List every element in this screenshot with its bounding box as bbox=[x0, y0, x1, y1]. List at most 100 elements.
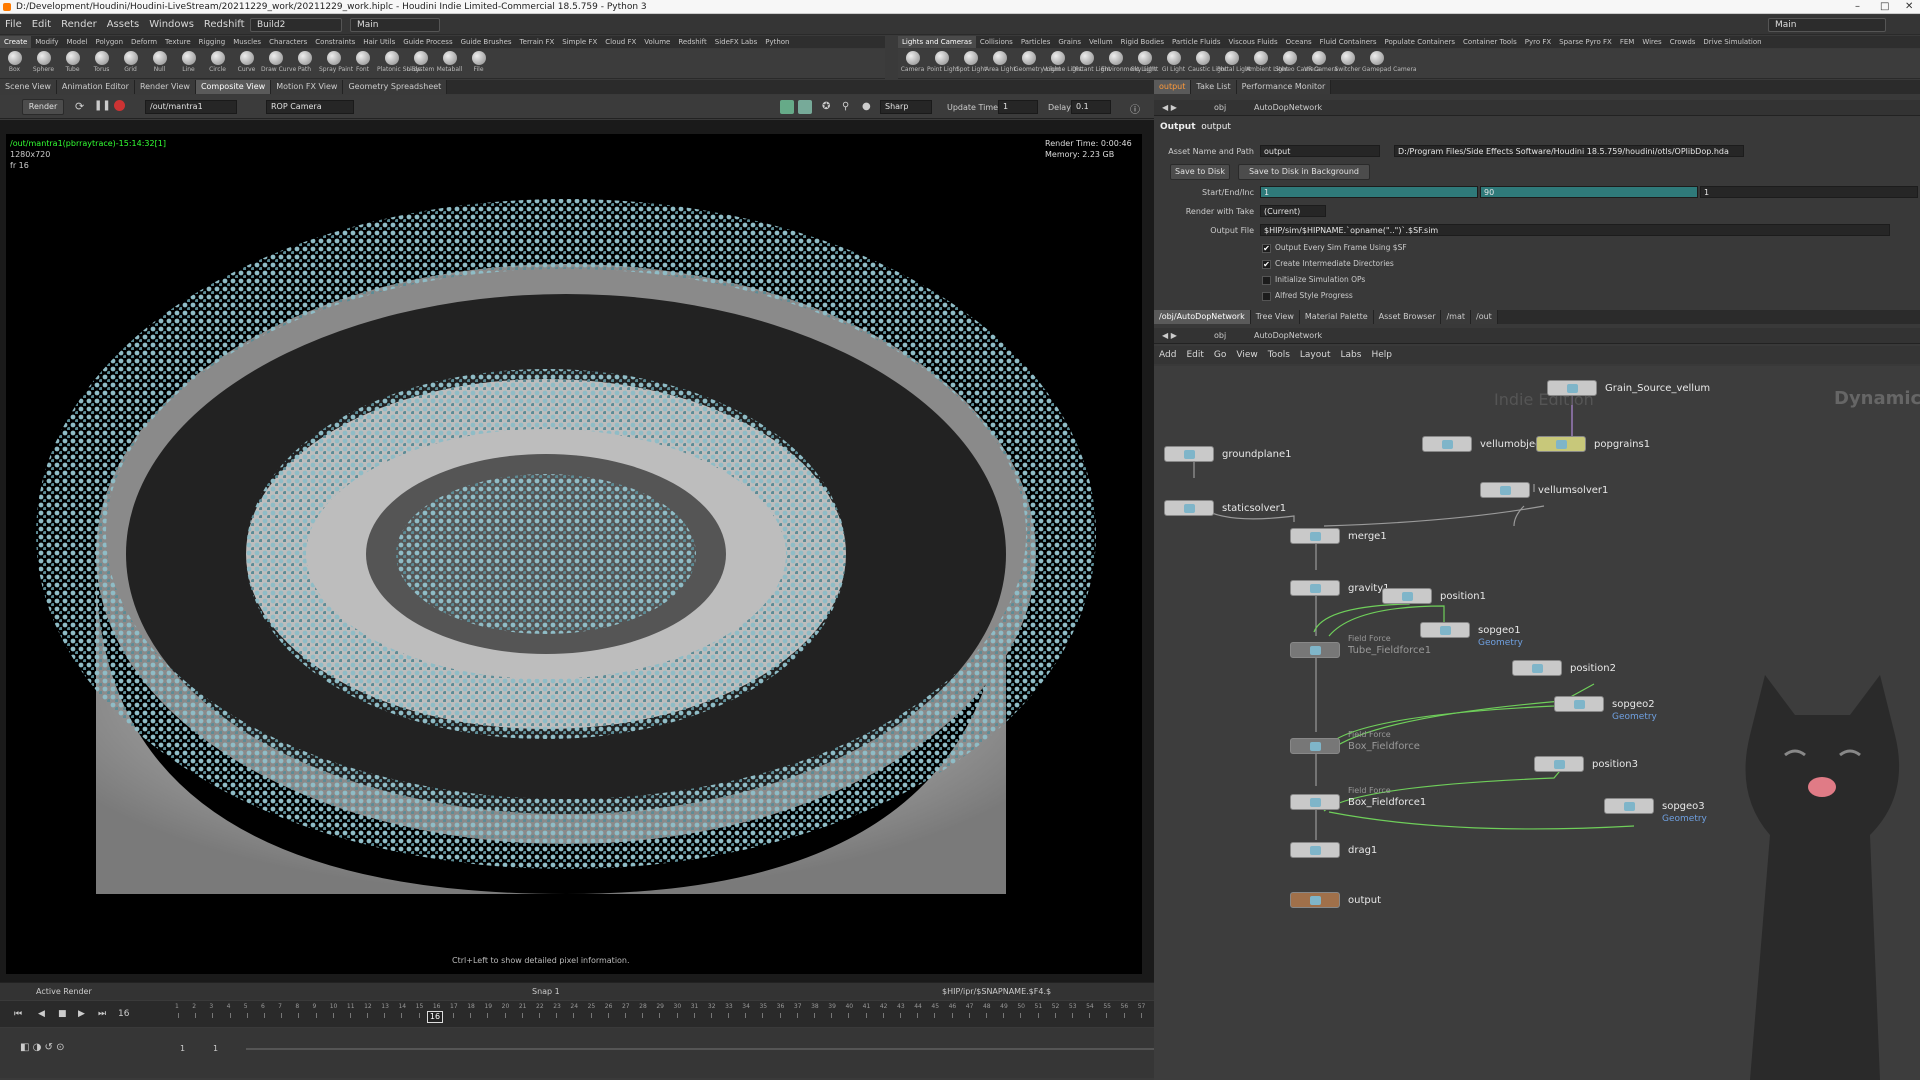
distant-light-tool[interactable]: Distant Light bbox=[1072, 49, 1110, 73]
geometry-light-tool[interactable]: Geometry Light bbox=[1014, 49, 1061, 73]
metaball-tool[interactable]: Metaball bbox=[435, 49, 464, 73]
net-path-obj[interactable]: obj bbox=[1214, 331, 1226, 340]
maximize-icon[interactable]: □ bbox=[1880, 0, 1889, 14]
shelf-tab[interactable]: Redshift bbox=[674, 36, 710, 48]
stereo-camera-tool[interactable]: Stereo Camera bbox=[1275, 49, 1320, 73]
net-menu-layout[interactable]: Layout bbox=[1295, 346, 1336, 364]
net-menu-edit[interactable]: Edit bbox=[1181, 346, 1208, 364]
spray-paint-tool[interactable]: Spray Paint bbox=[319, 49, 353, 73]
tab-mat[interactable]: /mat bbox=[1441, 310, 1472, 324]
net-menu-tools[interactable]: Tools bbox=[1263, 346, 1295, 364]
shelf-tab[interactable]: Viscous Fluids bbox=[1225, 36, 1282, 48]
init-sim-checkbox[interactable]: Initialize Simulation OPs bbox=[1262, 274, 1365, 285]
shelf-tab[interactable]: Particles bbox=[1017, 36, 1055, 48]
menu-assets[interactable]: Assets bbox=[102, 15, 145, 35]
shelf-tab[interactable]: Sparse Pyro FX bbox=[1555, 36, 1616, 48]
end-field[interactable]: 90 bbox=[1480, 186, 1698, 198]
lsystem-tool[interactable]: L-System bbox=[406, 49, 435, 73]
tab-asset-browser[interactable]: Asset Browser bbox=[1373, 310, 1442, 324]
sharp-select[interactable]: Sharp bbox=[880, 100, 932, 114]
asset-name-field[interactable]: output bbox=[1260, 145, 1380, 157]
lightbulb-icon[interactable]: ✪ bbox=[822, 101, 830, 112]
net-path-autodop[interactable]: AutoDopNetwork bbox=[1254, 331, 1322, 340]
shelf-tab[interactable]: Create bbox=[0, 36, 32, 48]
tab-performance-monitor[interactable]: Performance Monitor bbox=[1236, 80, 1332, 94]
shelf-tab[interactable]: Polygon bbox=[92, 36, 128, 48]
net-back-icon[interactable]: ◀ ▶ bbox=[1162, 331, 1177, 340]
menu-edit[interactable]: Edit bbox=[27, 15, 56, 35]
shelf-tab[interactable]: Guide Process bbox=[399, 36, 456, 48]
inc-field[interactable]: 1 bbox=[1700, 186, 1918, 198]
net-menu-labs[interactable]: Labs bbox=[1336, 346, 1367, 364]
shelf-tab[interactable]: Populate Containers bbox=[1381, 36, 1460, 48]
tab-out[interactable]: /out bbox=[1471, 310, 1498, 324]
shelf-tab[interactable]: Guide Brushes bbox=[457, 36, 516, 48]
node-box-fieldforce[interactable]: Field Force Box_Fieldforce bbox=[1290, 730, 1420, 754]
tab-tree-view[interactable]: Tree View bbox=[1250, 310, 1300, 324]
tab-output[interactable]: output bbox=[1154, 80, 1192, 94]
point-light-tool[interactable]: Point Light bbox=[927, 49, 959, 73]
shelf-tab[interactable]: Muscles bbox=[229, 36, 265, 48]
node-staticsolver[interactable]: staticsolver1 bbox=[1164, 500, 1286, 516]
gi-light-tool[interactable]: GI Light bbox=[1159, 49, 1188, 73]
save-background-button[interactable]: Save to Disk in Background bbox=[1238, 164, 1370, 180]
shelf-tab[interactable]: Terrain FX bbox=[516, 36, 559, 48]
update-time-field[interactable]: 1 bbox=[998, 100, 1038, 114]
close-icon[interactable]: ✕ bbox=[1905, 0, 1913, 14]
shelf-tab[interactable]: Pyro FX bbox=[1521, 36, 1555, 48]
null-tool[interactable]: Null bbox=[145, 49, 174, 73]
shelf-tab[interactable]: Crowds bbox=[1666, 36, 1700, 48]
snap-select[interactable]: Snap 1 bbox=[532, 987, 560, 996]
camera-tool[interactable]: Camera bbox=[898, 49, 927, 73]
grid-tool[interactable]: Grid bbox=[116, 49, 145, 73]
font-tool[interactable]: Font bbox=[348, 49, 377, 73]
path-obj[interactable]: obj bbox=[1214, 103, 1226, 112]
shelf-tab[interactable]: Oceans bbox=[1282, 36, 1316, 48]
current-frame-field[interactable]: 16 bbox=[118, 1009, 129, 1019]
portal-light-tool[interactable]: Portal Light bbox=[1217, 49, 1251, 73]
shelf-tab[interactable]: Texture bbox=[161, 36, 195, 48]
help-icon[interactable]: ⓘ bbox=[1130, 101, 1140, 116]
shelf-tab[interactable]: Modify bbox=[31, 36, 62, 48]
node-vellumobject[interactable]: vellumobject bbox=[1422, 436, 1545, 452]
tab-autodop[interactable]: /obj/AutoDopNetwork bbox=[1154, 310, 1251, 324]
torus-tool[interactable]: Torus bbox=[87, 49, 116, 73]
net-menu-go[interactable]: Go bbox=[1209, 346, 1231, 364]
frame-marker[interactable]: 16 bbox=[427, 1011, 443, 1023]
shelf-tab[interactable]: SideFX Labs bbox=[711, 36, 761, 48]
desktop-select[interactable]: Build2 bbox=[250, 18, 342, 32]
playbar-tools-icon[interactable]: ◧ ◑ ↺ ⊙ bbox=[20, 1042, 64, 1053]
shelf-tab[interactable]: FEM bbox=[1616, 36, 1639, 48]
node-drag[interactable]: drag1 bbox=[1290, 842, 1377, 858]
node-position1[interactable]: position1 bbox=[1382, 588, 1486, 604]
menu-render[interactable]: Render bbox=[56, 15, 102, 35]
tab-motion-fx-view[interactable]: Motion FX View bbox=[271, 80, 344, 94]
zoom-icon[interactable]: ⚲ bbox=[842, 101, 849, 112]
ipr-path-field[interactable]: $HIP/ipr/$SNAPNAME.$F4.$ bbox=[942, 987, 1051, 996]
shelf-tab[interactable]: Grains bbox=[1054, 36, 1085, 48]
ambient-light-tool[interactable]: Ambient Light bbox=[1246, 49, 1288, 73]
net-menu-help[interactable]: Help bbox=[1366, 346, 1397, 364]
jump-start-icon[interactable]: ⏮ bbox=[14, 1009, 22, 1019]
jump-end-icon[interactable]: ⏭ bbox=[98, 1009, 106, 1019]
save-to-disk-button[interactable]: Save to Disk bbox=[1170, 164, 1230, 180]
path-autodop[interactable]: AutoDopNetwork bbox=[1254, 103, 1322, 112]
shelf-tab[interactable]: Deform bbox=[127, 36, 161, 48]
curve-tool[interactable]: Curve bbox=[232, 49, 261, 73]
node-sopgeo3[interactable]: sopgeo3 Geometry bbox=[1604, 798, 1707, 824]
shelf-tab[interactable]: Rigging bbox=[195, 36, 230, 48]
node-popgrains[interactable]: popgrains1 bbox=[1536, 436, 1650, 452]
alfred-progress-checkbox[interactable]: Alfred Style Progress bbox=[1262, 290, 1353, 301]
shelf-tab[interactable]: Hair Utils bbox=[359, 36, 399, 48]
circle-tool[interactable]: Circle bbox=[203, 49, 232, 73]
menu-file[interactable]: File bbox=[0, 15, 27, 35]
main-select[interactable]: Main bbox=[350, 18, 440, 32]
refresh-icon[interactable]: ⟳ bbox=[75, 100, 84, 113]
range-start-field[interactable]: 1 bbox=[180, 1044, 185, 1053]
shelf-tab[interactable]: Lights and Cameras bbox=[898, 36, 976, 48]
sky-light-tool[interactable]: Sky Light bbox=[1130, 49, 1159, 73]
take-select[interactable]: (Current) bbox=[1260, 205, 1326, 217]
sphere-tool[interactable]: Sphere bbox=[29, 49, 58, 73]
environment-light-tool[interactable]: Environment Light bbox=[1101, 49, 1156, 73]
render-image[interactable] bbox=[6, 134, 1142, 974]
